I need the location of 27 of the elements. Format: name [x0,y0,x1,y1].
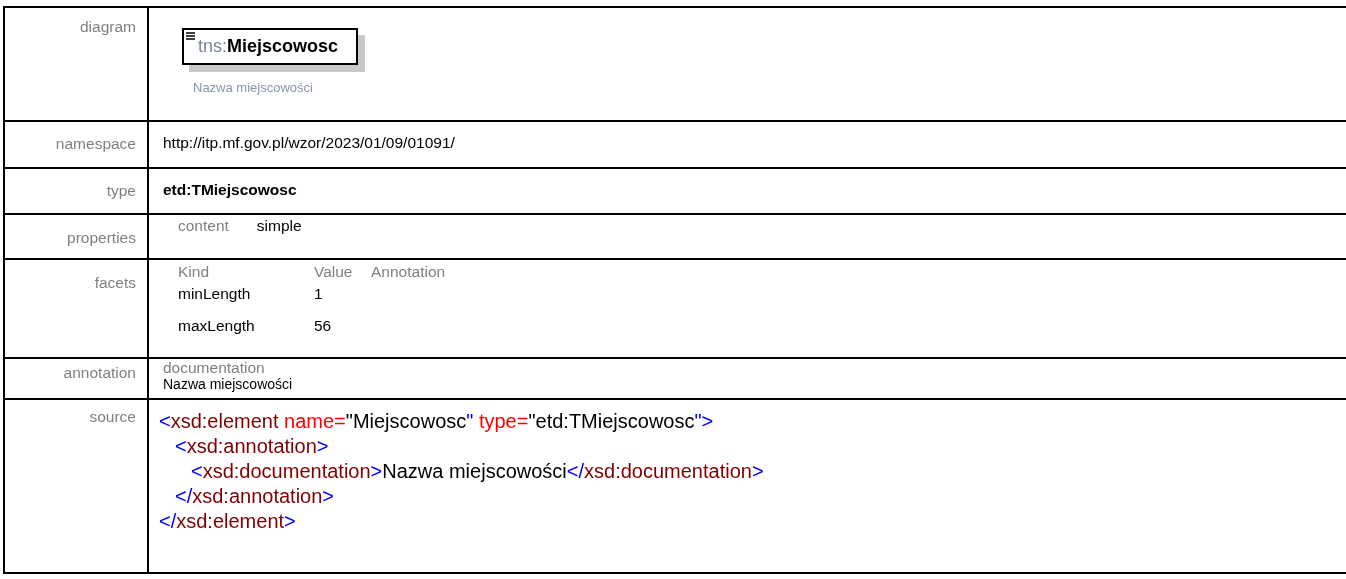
annotation-text: Nazwa miejscowości [163,376,294,393]
facet-kind: minLength [178,285,252,303]
property-value: simple [256,217,302,235]
code-line: </xsd:annotation> [174,484,336,509]
code-line: <xsd:annotation> [174,434,330,459]
diagram-caption: Nazwa miejscowości [193,80,313,95]
row-label: namespace [5,122,149,169]
column-header: Annotation [371,263,446,281]
code-line: <xsd:documentation>Nazwa miejscowości</xsd:documentation> [190,459,765,484]
code-line: <xsd:element name="Miejscowosc" type="etd:TMiejscowosc"> [159,409,715,434]
lines-icon [186,32,195,40]
namespace-value: http://itp.mf.gov.pl/wzor/2023/01/09/01091/ [163,134,455,151]
code-line: </xsd:element> [159,509,297,534]
row-label: properties [5,215,149,260]
facet-value: 1 [314,285,324,303]
type-value: etd:TMiejscowosc [163,181,297,198]
column-header: Kind [178,263,211,281]
facet-kind: maxLength [178,317,256,335]
row-label: facets [5,260,149,359]
property-key: content [178,217,229,235]
row-label: type [5,169,149,215]
row-label: source [5,400,149,574]
annotation-heading: documentation [163,359,266,376]
row-label: annotation [5,359,149,400]
row-label: diagram [5,8,149,122]
column-header: Value [314,263,354,281]
facet-value: 56 [314,317,333,335]
